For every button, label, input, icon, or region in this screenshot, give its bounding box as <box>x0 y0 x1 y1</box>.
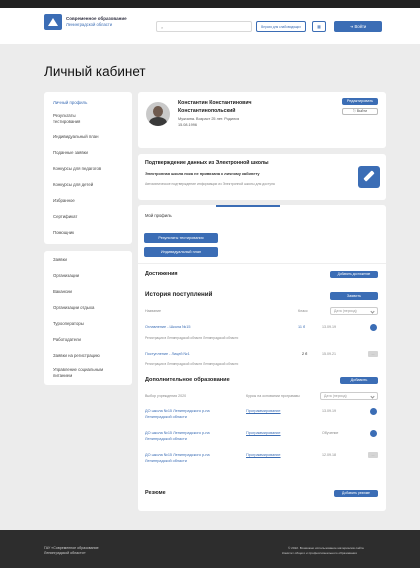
sidebar-item-tour-operators[interactable]: Турооператоры <box>53 321 127 327</box>
extra-edu-add-button[interactable]: Добавить <box>340 377 378 384</box>
sidebar-item-assistant[interactable]: Помощник <box>53 230 127 236</box>
history-row-name[interactable]: Поступление - Лицей №1 <box>145 352 190 356</box>
footer-copyright: © 2022. Возможно использование материало… <box>288 546 364 550</box>
eschool-desc: Автоматическое подтверждение информации … <box>145 182 275 186</box>
eschool-status: Электронная школа пока не привязана к ли… <box>145 171 260 176</box>
sidebar-item-organizations[interactable]: Организации <box>53 273 127 279</box>
sidebar-item-registration-requests[interactable]: Заявки на регистрацию <box>53 353 127 359</box>
sidebar-item-requests[interactable]: Заявки <box>53 257 127 263</box>
extra-edu-title: Дополнительное образование <box>145 377 230 383</box>
extra-row-action-button[interactable]: ··· <box>368 452 378 458</box>
my-profile-label: Мой профиль <box>145 213 172 218</box>
extra-row-program[interactable]: Программирование <box>246 453 281 457</box>
profile-birthdate: 15.08.1996 <box>178 123 198 127</box>
main-content-card: Мой профиль Результаты тестирования Инди… <box>138 205 386 511</box>
logo-icon[interactable] <box>44 14 62 30</box>
search-input[interactable]: ⌕ <box>156 21 252 32</box>
add-achievement-button[interactable]: Добавить достижение <box>330 271 378 278</box>
avatar <box>146 102 170 126</box>
eschool-card: Подтверждение данных из Электронной школ… <box>138 154 386 200</box>
history-apply-button[interactable]: Заявить <box>330 292 378 300</box>
history-row-sub: Регистрация в Ленинградской области Лени… <box>145 336 239 340</box>
history-row-sub: Регистрация в Ленинградской области Лени… <box>145 362 239 366</box>
profile-info: Мужчина. Возраст 25 лет. Родился <box>178 117 240 121</box>
resume-title: Резюме <box>145 490 166 496</box>
extra-row-region[interactable]: Ленинградской области <box>145 415 187 419</box>
extra-row-date: Обучение <box>322 431 339 435</box>
eschool-link-icon[interactable] <box>358 166 380 188</box>
search-icon: ⌕ <box>161 25 164 30</box>
individual-plan-button[interactable]: Индивидуальный план <box>144 247 218 257</box>
achievements-title: Достижения <box>145 271 178 277</box>
extra-row-name[interactable]: ДО школа №15 Ленинградского р-на <box>145 431 210 435</box>
history-date-filter[interactable]: Дата (период) <box>330 307 378 315</box>
login-button[interactable]: ⇥ Войти <box>334 21 382 32</box>
sidebar-personal: Личный профиль Результаты тестирования И… <box>44 92 132 244</box>
extra-row-status-icon[interactable] <box>370 430 377 437</box>
extra-row-region[interactable]: Ленинградской области <box>145 459 187 463</box>
site-footer: ГАУ «Современное образование Ленинградск… <box>0 530 420 568</box>
test-results-button[interactable]: Результаты тестирования <box>144 233 218 243</box>
history-col-class: Класс <box>298 309 308 313</box>
add-resume-button[interactable]: Добавить резюме <box>334 490 378 497</box>
history-row-status-icon[interactable] <box>370 324 377 331</box>
extra-row-name[interactable]: ДО школа №15 Ленинградского р-на <box>145 409 210 413</box>
tab-indicator <box>216 205 280 207</box>
extra-row-status-icon[interactable] <box>370 408 377 415</box>
history-row-date: 15.09.21 <box>322 352 336 356</box>
history-row-action-button[interactable]: ··· <box>368 351 378 357</box>
sidebar-item-certificate[interactable]: Сертификат <box>53 214 127 220</box>
extra-row-region[interactable]: Ленинградской области <box>145 437 187 441</box>
extra-row-date: 12.09.18 <box>322 453 336 457</box>
footer-committee: Комитет общего и профессионального образ… <box>282 551 357 555</box>
grid-icon: ▦ <box>317 24 321 29</box>
sidebar-item-favorites[interactable]: Избранное <box>53 198 127 204</box>
extra-row-program[interactable]: Программирование <box>246 409 281 413</box>
extra-row-program[interactable]: Программирование <box>246 431 281 435</box>
sidebar-admin: Заявки Организации Вакансии Организации … <box>44 251 132 385</box>
logo-subtitle[interactable]: Ленинградской области <box>66 22 112 27</box>
profile-name: Константин Константинович Константинопол… <box>178 100 252 114</box>
extra-row-name[interactable]: ДО школа №15 Ленинградского р-на <box>145 453 210 457</box>
extra-date-filter[interactable]: Дата (период) <box>320 392 378 400</box>
resume-card: Резюме Добавить резюме <box>138 483 386 505</box>
accessibility-button[interactable]: Версия для слабовидящих <box>256 21 306 32</box>
extra-row-date: 13.09.19 <box>322 409 336 413</box>
logout-button[interactable]: ⎋ Выйти <box>342 108 378 115</box>
sidebar-item-kids-contests[interactable]: Конкурсы для детей <box>53 182 127 188</box>
sidebar-item-vacancies[interactable]: Вакансии <box>53 289 127 295</box>
history-row-date: 13.09.19 <box>322 325 336 329</box>
sidebar-item-applications[interactable]: Поданные заявки <box>53 150 127 156</box>
eschool-title: Подтверждение данных из Электронной школ… <box>145 160 269 166</box>
divider <box>138 263 386 264</box>
grid-menu-button[interactable]: ▦ <box>312 21 326 32</box>
extra-col-2: Курсы на основании программы <box>246 394 300 398</box>
history-row-class: 11 б <box>298 325 306 329</box>
sidebar-item-test-results[interactable]: Результаты тестирования <box>53 113 103 124</box>
sidebar-item-plan[interactable]: Индивидуальный план <box>53 134 127 140</box>
history-row-name[interactable]: Оглавление - Школа №15 <box>145 325 190 329</box>
extra-col-1: Выбор учреждения 2020 <box>145 394 187 398</box>
page-title: Личный кабинет <box>44 64 146 79</box>
sidebar-item-social-nutrition[interactable]: Управление социальным питанием <box>53 367 123 378</box>
history-row-class: 2 б <box>302 352 308 356</box>
history-title: История поступлений <box>145 291 213 298</box>
footer-org-line2: Ленинградской области» <box>44 551 86 555</box>
logo-title[interactable]: Современное образование <box>66 16 127 21</box>
history-col-name: Название <box>145 309 162 313</box>
edit-profile-button[interactable]: Редактировать <box>342 98 378 105</box>
top-dark-bar <box>0 0 420 8</box>
profile-card: Константин Константинович Константинопол… <box>138 92 386 148</box>
footer-org-line1: ГАУ «Современное образование <box>44 546 99 550</box>
sidebar-item-teacher-contests[interactable]: Конкурсы для педагогов <box>53 166 127 172</box>
sidebar-item-rest-orgs[interactable]: Организации отдыха <box>53 305 127 311</box>
site-header: Современное образование Ленинградской об… <box>0 8 420 44</box>
sidebar-item-profile[interactable]: Личный профиль <box>53 100 127 106</box>
sidebar-item-employers[interactable]: Работодатели <box>53 337 127 343</box>
